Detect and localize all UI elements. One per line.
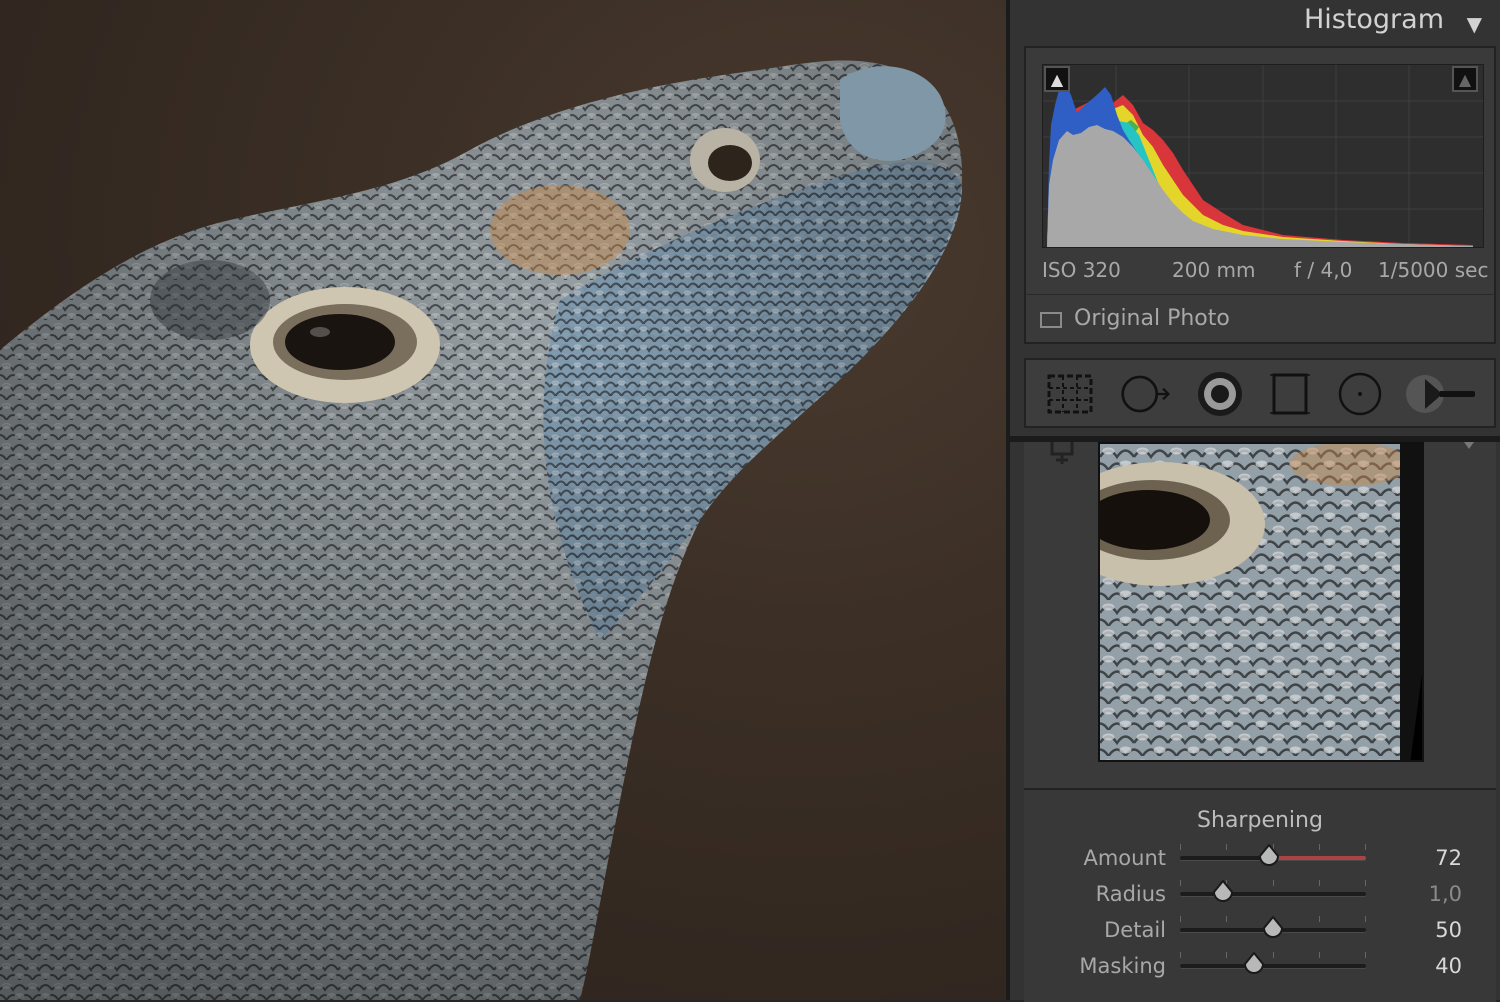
radius-label: Radius — [1095, 882, 1166, 906]
exif-iso: ISO 320 — [1042, 258, 1121, 282]
photo-canvas[interactable] — [0, 0, 1006, 1000]
highlight-clipping-icon[interactable]: ▲ — [1452, 66, 1478, 92]
histogram[interactable]: ▲ ▲ ISO 320 200 mm f / 4,0 1/5000 sec Or… — [1024, 46, 1496, 344]
masking-label: Masking — [1079, 954, 1166, 978]
detail-label: Detail — [1104, 918, 1166, 942]
original-photo-checkbox[interactable] — [1040, 312, 1062, 328]
detail-slider-row[interactable]: Detail 50 — [1024, 914, 1496, 950]
sharpening-title: Sharpening — [1197, 808, 1323, 833]
panel-title: Histogram — [1303, 4, 1444, 35]
iguana-photo — [0, 60, 963, 1000]
histogram-divider — [1026, 294, 1494, 295]
graduated-filter-icon[interactable] — [1264, 368, 1316, 420]
exif-shutter: 1/5000 sec — [1378, 258, 1489, 282]
slider-ticks — [1180, 952, 1366, 960]
original-photo-label: Original Photo — [1074, 306, 1230, 331]
amount-slider-row[interactable]: Amount 72 — [1024, 842, 1496, 878]
detail-preview-area — [1024, 442, 1496, 788]
detail-menu-triangle-icon[interactable] — [1464, 442, 1474, 449]
detail-zoom-preview[interactable] — [1098, 442, 1424, 762]
target-adjustment-icon[interactable] — [1048, 442, 1076, 468]
amount-value[interactable]: 72 — [1435, 846, 1462, 870]
masking-value[interactable]: 40 — [1435, 954, 1462, 978]
masking-slider-track[interactable] — [1180, 964, 1366, 968]
radius-value[interactable]: 1,0 — [1429, 882, 1462, 906]
sharpening-section: Sharpening Amount 72 Radius 1,0 Detail 5… — [1024, 788, 1496, 1002]
spot-removal-icon[interactable] — [1120, 368, 1172, 420]
shadow-clipping-icon[interactable]: ▲ — [1044, 66, 1070, 92]
amount-slider-highlight — [1270, 856, 1366, 860]
triangle-down-icon[interactable]: ▼ — [1467, 12, 1482, 36]
histogram-plot — [1042, 64, 1484, 248]
red-eye-icon[interactable] — [1194, 368, 1246, 420]
radial-filter-icon[interactable] — [1334, 368, 1386, 420]
histogram-panel-header[interactable]: Histogram ▼ — [1010, 0, 1500, 46]
exif-aperture: f / 4,0 — [1294, 258, 1353, 282]
masking-slider-row[interactable]: Masking 40 — [1024, 950, 1496, 986]
slider-ticks — [1180, 880, 1366, 888]
tool-strip — [1024, 358, 1496, 428]
detail-value[interactable]: 50 — [1435, 918, 1462, 942]
exif-focal-length: 200 mm — [1172, 258, 1256, 282]
crop-overlay-icon[interactable] — [1044, 368, 1096, 420]
amount-label: Amount — [1083, 846, 1166, 870]
radius-slider-track[interactable] — [1180, 892, 1366, 896]
adjustment-brush-icon[interactable] — [1404, 368, 1480, 420]
radius-slider-row[interactable]: Radius 1,0 — [1024, 878, 1496, 914]
develop-right-panel: Histogram ▼ ▲ ▲ ISO 320 200 mm f / 4,0 1… — [1006, 0, 1500, 1002]
